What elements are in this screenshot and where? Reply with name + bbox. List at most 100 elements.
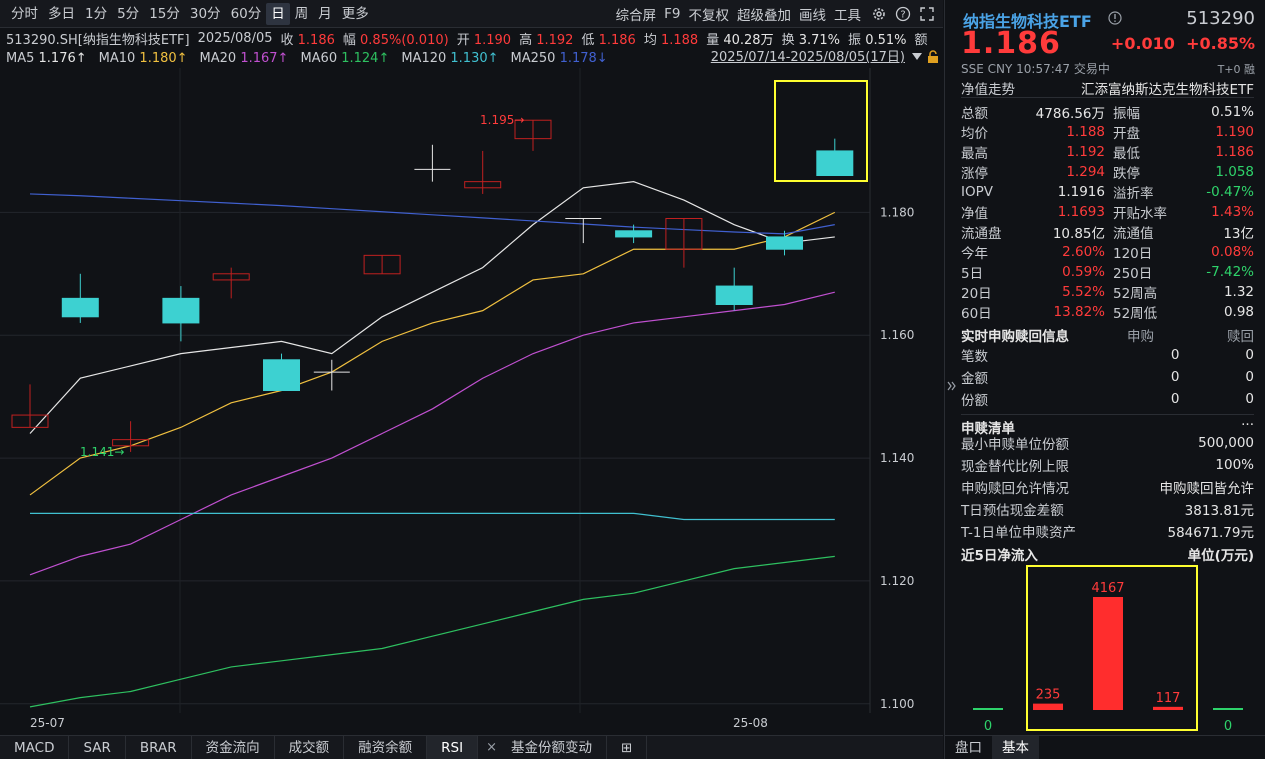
open-value: 开 1.190 — [457, 29, 511, 48]
gear-icon[interactable] — [869, 4, 889, 24]
y-tick-label: 1.120 — [880, 574, 914, 588]
candle — [163, 286, 199, 341]
nav-trend-link[interactable]: 净值走势 — [961, 78, 1015, 98]
flow-label: 4167 — [1091, 581, 1124, 596]
fund-code: 513290 — [1186, 8, 1255, 29]
dropdown-triangle-icon[interactable] — [911, 50, 923, 66]
candle — [465, 151, 501, 194]
toolbar-btn-tools[interactable]: 工具 — [830, 4, 865, 24]
close-value: 收 1.186 — [281, 29, 335, 48]
lock-icon[interactable] — [927, 50, 939, 68]
ma20-line — [30, 292, 835, 575]
security-code: 513290.SH[纳指生物科技ETF] — [6, 29, 190, 48]
period-btn-7[interactable]: 日 — [266, 3, 290, 25]
period-btn-8[interactable]: 周 — [290, 3, 314, 25]
indicator-tab-4[interactable]: 成交额 — [275, 736, 345, 759]
period-btn-6[interactable]: 60分 — [226, 3, 267, 25]
candle-body — [616, 231, 652, 237]
low-value: 低 1.186 — [581, 29, 635, 48]
indicator-tab-2[interactable]: BRAR — [126, 736, 192, 759]
toolbar-btn-adjust[interactable]: 不复权 — [685, 4, 734, 24]
period-btn-9[interactable]: 月 — [313, 3, 337, 25]
period-btn-0[interactable]: 分时 — [6, 3, 43, 25]
indicator-tab-7[interactable]: 基金份额变动 — [497, 736, 607, 759]
flow-header: 近5日净流入 单位(万元) — [961, 544, 1254, 564]
ma60-label: MA60 1.124↑ — [300, 51, 389, 66]
indicator-tab-6[interactable]: RSI — [427, 736, 478, 759]
collapse-panel-icon[interactable] — [947, 380, 957, 396]
amount-label: 额 — [915, 29, 928, 48]
help-icon[interactable]: ? — [893, 4, 913, 24]
high-value: 高 1.192 — [519, 29, 573, 48]
high-annotation: 1.195→ — [480, 113, 524, 127]
quote-panel: 纳指生物科技ETF 513290 1.186 +0.010 +0.85% SSE… — [944, 0, 1265, 759]
ma250-line — [30, 194, 835, 234]
period-btn-5[interactable]: 30分 — [185, 3, 226, 25]
candle — [414, 145, 450, 182]
toolbar-btn-composite[interactable]: 综合屏 — [612, 4, 661, 24]
indicator-tab-1[interactable]: SAR — [69, 736, 125, 759]
candle-body — [767, 237, 803, 249]
info-icon[interactable] — [1108, 11, 1122, 29]
stat-row: 涨停1.294跌停1.058 — [961, 162, 1254, 182]
ma5-label: MA5 1.176↑ — [6, 51, 87, 66]
ma250-label: MA250 1.178↓ — [511, 51, 608, 66]
ma60-line — [30, 556, 835, 706]
market-meta: SSE CNY 10:57:47 交易中 — [961, 60, 1110, 77]
low-annotation: 1.141→ — [80, 445, 124, 459]
nav-trend-row[interactable]: 净值走势 汇添富纳斯达克生物科技ETF — [961, 78, 1254, 98]
toolbar-btn-f9[interactable]: F9 — [660, 6, 684, 22]
period-btn-10[interactable]: 更多 — [337, 3, 374, 25]
indicator-tab-3[interactable]: 资金流向 — [192, 736, 275, 759]
y-tick-label: 1.140 — [880, 451, 914, 465]
realtime-header: 实时申购赎回信息 申购 赎回 — [961, 325, 1254, 345]
list-row: 现金替代比例上限100% — [961, 454, 1254, 476]
add-tab-icon[interactable]: ⊞ — [607, 736, 647, 759]
realtime-row: 笔数00 — [961, 344, 1254, 366]
y-tick-label: 1.180 — [880, 205, 914, 219]
last-price: 1.186 — [961, 26, 1061, 61]
fullscreen-icon[interactable] — [917, 4, 937, 24]
stat-row: 流通盘10.85亿流通值13亿 — [961, 222, 1254, 242]
period-btn-4[interactable]: 15分 — [144, 3, 185, 25]
candle — [716, 268, 752, 311]
stat-row: 5日0.59%250日-7.42% — [961, 262, 1254, 282]
flow-bar — [1033, 704, 1063, 710]
kline-chart[interactable]: 1.1801.1601.1401.1201.1001.195→1.141→ — [0, 68, 943, 713]
indicator-tab-5[interactable]: 融资余额 — [344, 736, 427, 759]
ma120-label: MA120 1.130↑ — [401, 51, 498, 66]
panel-tab-0[interactable]: 盘口 — [945, 736, 992, 759]
candle — [767, 231, 803, 256]
app-root: 分时多日1分5分15分30分60分日周月更多 综合屏 F9 不复权 超级叠加 画… — [0, 0, 1265, 759]
list-row: 最小申赎单位份额500,000 — [961, 432, 1254, 454]
panel-tab-1[interactable]: 基本 — [992, 736, 1039, 759]
bar-date: 2025/08/05 — [198, 31, 273, 46]
fund-manager: 汇添富纳斯达克生物科技ETF — [1081, 78, 1254, 98]
date-range-selector[interactable]: 2025/07/14-2025/08/05(17日) — [711, 48, 905, 68]
toolbar-right: 综合屏 F9 不复权 超级叠加 画线 工具 ? — [612, 0, 937, 28]
period-btn-1[interactable]: 多日 — [43, 3, 80, 25]
toolbar-btn-overlay[interactable]: 超级叠加 — [733, 4, 795, 24]
period-btn-3[interactable]: 5分 — [112, 3, 144, 25]
indicator-tab-0[interactable]: MACD — [0, 736, 69, 759]
svg-text:?: ? — [900, 10, 905, 21]
period-btn-2[interactable]: 1分 — [80, 3, 112, 25]
stat-row: 今年2.60%120日0.08% — [961, 242, 1254, 262]
avg-value: 均 1.188 — [644, 29, 698, 48]
candle — [565, 219, 601, 244]
x-axis: 25-0725-08 — [0, 713, 943, 735]
x-tick-label: 25-07 — [30, 716, 65, 730]
close-tab-icon[interactable]: × — [486, 740, 497, 755]
ma20-label: MA20 1.167↑ — [200, 51, 289, 66]
period-toolbar: 分时多日1分5分15分30分60分日周月更多 综合屏 F9 不复权 超级叠加 画… — [0, 0, 943, 28]
ma10-line — [30, 212, 835, 495]
candle — [264, 354, 300, 391]
stat-row: 净值1.1693开贴水率1.43% — [961, 202, 1254, 222]
flow-label: 235 — [1036, 688, 1061, 703]
trade-flags: T+0 融 — [1218, 61, 1255, 77]
stat-row: IOPV1.1916溢折率-0.47% — [961, 182, 1254, 202]
flow-bar — [973, 708, 1003, 710]
flow-bar — [1153, 707, 1183, 710]
price-change: +0.010 +0.85% — [1111, 34, 1255, 53]
toolbar-btn-draw[interactable]: 画线 — [795, 4, 830, 24]
